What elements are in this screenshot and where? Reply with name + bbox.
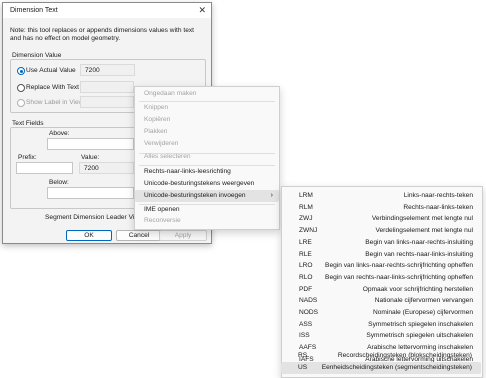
submenu-item-desc: Verbindingselement met lengte nul (371, 215, 473, 223)
submenu-item-desc: Symmetrisch spiegelen inschakelen (368, 320, 473, 328)
submenu-item-code: ZWJ (299, 215, 313, 223)
below-input[interactable] (47, 187, 134, 199)
submenu-item-desc: Begin van rechts-naar-links-schrijfricht… (325, 273, 473, 281)
submenu-item-zwj[interactable]: ZWJ Verbindingselement met lengte nul (282, 213, 482, 225)
submenu-item-desc: Begin van links-naar-rechts-insluiting (365, 238, 473, 246)
submenu-item-rle[interactable]: RLE Begin van rechts-naar-links-insluitin… (282, 249, 482, 261)
dialog-titlebar: Dimension Text ✕ (3, 3, 211, 18)
menu-item-undo[interactable]: Ongedaan maken (135, 88, 279, 100)
submenu-item-code: NADS (299, 297, 318, 305)
submenu-item-desc: Rechts-naar-links-teken (403, 203, 473, 211)
actual-value-field: 7200 (80, 64, 135, 76)
label-dropdown[interactable] (80, 96, 134, 108)
use-actual-value-label: Use Actual Value (26, 67, 76, 74)
show-label-in-view-label: Show Label in View (26, 99, 84, 106)
replace-text-field[interactable] (80, 81, 134, 93)
submenu-item-rs[interactable]: RS Recordscheidingsteken (blokscheidingst… (281, 350, 481, 362)
submenu-item-desc: Verdelingselement met lengte nul (375, 227, 473, 235)
menu-item-select-all-label: Alles selecteren (144, 153, 191, 160)
submenu-item-desc: Begin van rechts-naar-links-insluiting (365, 250, 473, 258)
submenu-item-code: NODS (299, 309, 319, 316)
submenu-item-code: PDF (299, 285, 313, 293)
submenu-item-lro[interactable]: LRO Begin van links-naar-rechts-schrijfri… (282, 260, 482, 272)
submenu-item-lrm[interactable]: LRM Links-naar-rechts-teken (282, 190, 482, 202)
submenu-tail: RS Recordscheidingsteken (blokscheidingst… (281, 347, 481, 376)
submenu-item-desc: Links-naar-rechts-teken (403, 192, 473, 199)
menu-item-copy[interactable]: Kopiëren (135, 114, 279, 126)
show-label-radio[interactable] (17, 99, 25, 107)
chevron-right-icon: › (270, 192, 273, 199)
submenu-item-lre[interactable]: LRE Begin van links-naar-rechts-insluitin… (282, 237, 482, 249)
submenu-item-zwnj[interactable]: ZWNJ Verdelingselement met lengte nul (282, 225, 482, 237)
above-label: Above: (49, 130, 70, 137)
menu-item-show-unicode-controls-label: Unicode-besturingstekens weergeven (144, 180, 255, 187)
below-label: Below: (49, 179, 69, 186)
submenu-item-iss[interactable]: ISS Symmetrisch spiegelen uitschakelen (282, 330, 482, 342)
cancel-button[interactable]: Cancel (116, 230, 162, 241)
close-icon[interactable]: ✕ (198, 5, 206, 16)
submenu-item-desc: Opmaak voor schrijfrichting herstellen (362, 285, 473, 293)
menu-item-rtl-reading-label: Rechts-naar-links-leesrichting (144, 168, 231, 175)
prefix-input[interactable] (16, 162, 73, 174)
menu-item-select-all[interactable]: Alles selecteren (135, 151, 279, 163)
replace-with-text-label: Replace With Text (26, 84, 80, 91)
submenu-item-desc: Nominale (Europese) cijfervormen (372, 309, 473, 316)
menu-item-paste[interactable]: Plakken (135, 126, 279, 138)
value-field: 7200 (79, 162, 134, 174)
above-input[interactable] (47, 138, 134, 150)
submenu-item-code: LRM (299, 192, 313, 199)
menu-item-paste-label: Plakken (144, 128, 168, 135)
menu-item-delete[interactable]: Verwijderen (135, 138, 279, 150)
dimension-value-group-label: Dimension Value (12, 52, 62, 59)
submenu-item-code: LRO (299, 262, 313, 270)
menu-item-reconversion-label: Reconversie (144, 217, 181, 224)
menu-item-insert-unicode-control[interactable]: Unicode-besturingsteken invoegen › (135, 190, 279, 202)
menu-item-reconversion[interactable]: Reconversie (135, 215, 279, 227)
submenu-item-code: LRE (299, 238, 312, 246)
dialog-note: Note: this tool replaces or appends dime… (10, 27, 194, 42)
dialog-title: Dimension Text (10, 7, 58, 14)
submenu-item-pdf[interactable]: PDF Opmaak voor schrijfrichting herstelle… (282, 284, 482, 296)
prefix-label: Prefix: (18, 154, 37, 161)
menu-item-delete-label: Verwijderen (144, 140, 179, 147)
submenu-item-desc: Recordscheidingsteken (blokscheidingstek… (337, 352, 472, 359)
menu-item-cut[interactable]: Knippen (135, 102, 279, 114)
value-field-text: 7200 (84, 165, 99, 172)
submenu-item-desc: Nationale cijfervormen vervangen (374, 297, 473, 305)
menu-item-show-unicode-controls[interactable]: Unicode-besturingstekens weergeven (135, 178, 279, 190)
submenu-item-code: RLO (299, 273, 313, 281)
submenu-item-code: ZWNJ (299, 227, 318, 235)
submenu-item-ass[interactable]: ASS Symmetrisch spiegelen inschakelen (282, 319, 482, 331)
submenu-item-desc: Eenheidscheidingsteken (segmentscheiding… (321, 364, 472, 371)
replace-with-text-radio[interactable] (17, 84, 25, 92)
submenu-item-us[interactable]: US Eenheidscheidingsteken (segmentscheidi… (281, 362, 481, 374)
use-actual-value-radio[interactable] (17, 67, 25, 75)
apply-button[interactable]: Apply (159, 230, 207, 241)
text-fields-group-label: Text Fields (12, 120, 44, 127)
submenu-item-rlm[interactable]: RLM Rechts-naar-links-teken (282, 202, 482, 214)
context-menu: Ongedaan maken Knippen Kopiëren Plakken … (134, 86, 280, 230)
submenu-item-code: RLE (299, 250, 312, 258)
submenu-item-code: RS (298, 352, 308, 359)
submenu-item-code: ASS (299, 320, 313, 328)
menu-item-undo-label: Ongedaan maken (144, 90, 197, 97)
actual-value-text: 7200 (85, 67, 100, 74)
submenu-item-nads[interactable]: NADS Nationale cijfervormen vervangen (282, 295, 482, 307)
submenu-item-code: US (298, 364, 308, 371)
submenu-item-desc: Begin van links-naar-rechts-schrijfricht… (325, 262, 473, 270)
submenu-item-rlo[interactable]: RLO Begin van rechts-naar-links-schrijfri… (282, 272, 482, 284)
menu-item-rtl-reading[interactable]: Rechts-naar-links-leesrichting (135, 166, 279, 178)
submenu-item-code: ISS (299, 332, 310, 340)
menu-item-cut-label: Knippen (144, 104, 169, 111)
submenu-item-desc: Symmetrisch spiegelen uitschakelen (366, 332, 473, 340)
menu-item-copy-label: Kopiëren (144, 116, 171, 123)
ok-button[interactable]: OK (66, 230, 112, 241)
submenu-item-code: RLM (299, 203, 313, 211)
value-label: Value: (81, 154, 100, 161)
menu-item-insert-unicode-control-label: Unicode-besturingsteken invoegen (144, 192, 246, 199)
submenu-item-nods[interactable]: NODS Nominale (Europese) cijfervormen (282, 307, 482, 319)
